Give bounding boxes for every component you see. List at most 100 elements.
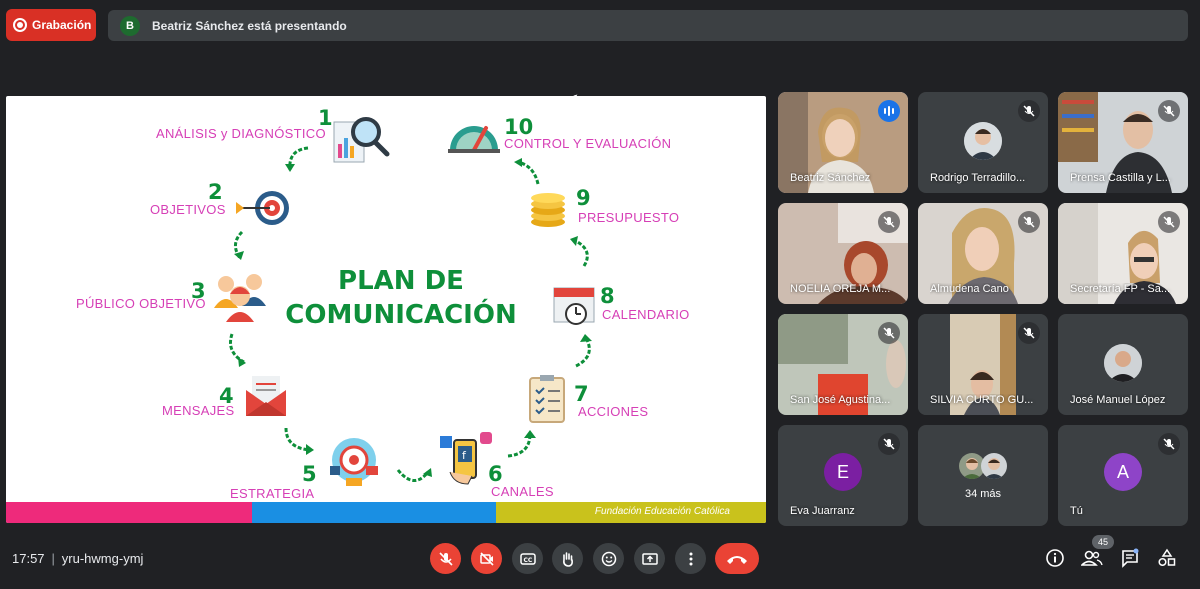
camera-toggle-button[interactable] [471, 543, 502, 574]
participant-tile[interactable]: Prensa Castilla y L... [1058, 92, 1188, 193]
more-participants-label: 34 más [964, 488, 1002, 500]
participant-name: Almudena Cano [930, 283, 1009, 295]
participant-name: José Manuel López [1070, 394, 1166, 406]
self-name: Tú [1070, 505, 1083, 517]
participant-name: Secretaría FP - Sa... [1070, 283, 1171, 295]
info-icon [1046, 549, 1064, 567]
participant-tile[interactable]: José Manuel López [1058, 314, 1188, 415]
self-avatar: A [1104, 453, 1142, 491]
step-label-6: CANALES [491, 484, 554, 499]
mic-off-icon [878, 211, 900, 233]
participant-name: San José Agustina... [790, 394, 891, 406]
people-icon [1081, 550, 1103, 566]
participant-name: SILVIA CURTO GU... [930, 394, 1034, 406]
speaking-indicator-icon [878, 100, 900, 122]
strategy-icon [330, 438, 378, 486]
flow-arrow [575, 334, 592, 368]
mic-off-icon [438, 551, 453, 566]
slide-title-line2: COMUNICACIÓN [285, 300, 517, 330]
participant-avatar [1104, 344, 1142, 382]
participant-name: NOELIA OREJA M... [790, 283, 891, 295]
flow-arrow [229, 333, 246, 367]
mic-off-icon [1018, 211, 1040, 233]
flow-arrow [234, 230, 244, 260]
flow-arrow [285, 146, 309, 172]
gauge-icon [448, 126, 500, 153]
others-tile[interactable]: 34 más [918, 425, 1048, 526]
footer-stripe-pink [6, 502, 252, 523]
recording-label: Grabación [32, 18, 92, 32]
flow-arrow [514, 158, 540, 185]
hangup-icon [727, 555, 747, 564]
step-number-9: 9 [576, 186, 591, 210]
chat-button[interactable] [1118, 546, 1142, 570]
step-label-8: CALENDARIO [602, 307, 690, 322]
mic-off-icon [1018, 100, 1040, 122]
slide-title: PLAN DE COMUNICACIÓN [276, 264, 526, 332]
presentation-banner: B Beatriz Sánchez está presentando [108, 10, 1188, 41]
step-label-2: OBJETIVOS [150, 202, 226, 217]
present-screen-icon [641, 552, 658, 565]
mic-toggle-button[interactable] [430, 543, 461, 574]
magnifier-report-icon [333, 117, 390, 163]
participant-tile[interactable]: Rodrigo Terradillo... [918, 92, 1048, 193]
hand-icon [562, 551, 573, 567]
participant-tile[interactable]: Secretaría FP - Sa... [1058, 203, 1188, 304]
participant-avatar [981, 453, 1007, 479]
slide-title-line1: PLAN DE [338, 266, 464, 296]
coins-icon [531, 193, 565, 227]
participant-tile[interactable]: NOELIA OREJA M... [778, 203, 908, 304]
svg-text:CC: CC [523, 557, 532, 564]
self-tile[interactable]: A Tú [1058, 425, 1188, 526]
calendar-icon [553, 287, 595, 325]
participant-tile[interactable]: Beatriz Sánchez [778, 92, 908, 193]
envelope-icon [246, 376, 286, 416]
activities-button[interactable] [1155, 546, 1179, 570]
participant-avatar: E [824, 453, 862, 491]
meeting-details-button[interactable] [1043, 546, 1067, 570]
more-options-button[interactable] [675, 543, 706, 574]
mic-off-icon [1158, 433, 1180, 455]
participant-name: Prensa Castilla y L... [1070, 172, 1171, 184]
step-label-9: PRESUPUESTO [578, 210, 680, 225]
flow-arrow [284, 427, 314, 455]
participant-tile[interactable]: San José Agustina... [778, 314, 908, 415]
footer-stripe-blue [252, 502, 496, 523]
step-label-3: PÚBLICO OBJETIVO [76, 296, 206, 311]
present-button[interactable] [634, 543, 665, 574]
people-button[interactable] [1080, 546, 1104, 570]
participant-tile[interactable]: SILVIA CURTO GU... [918, 314, 1048, 415]
recording-indicator[interactable]: Grabación [6, 9, 96, 41]
captions-button[interactable]: CC [512, 543, 543, 574]
emoji-icon [601, 551, 616, 566]
participant-name: Eva Juarranz [790, 505, 855, 517]
reactions-button[interactable] [593, 543, 624, 574]
target-icon [236, 191, 289, 225]
step-number-2: 2 [208, 180, 223, 204]
participant-tile[interactable]: E Eva Juarranz [778, 425, 908, 526]
step-label-4: MENSAJES [162, 403, 235, 418]
step-label-1: ANÁLISIS y DIAGNÓSTICO [156, 126, 326, 141]
step-label-5: ESTRATEGIA [230, 486, 315, 501]
checklist-icon [529, 375, 565, 423]
mic-off-icon [878, 322, 900, 344]
step-number-7: 7 [574, 382, 589, 406]
presenting-text: Beatriz Sánchez está presentando [152, 18, 347, 33]
participant-avatar [964, 122, 1002, 160]
meeting-code: yru-hwmg-ymj [61, 551, 144, 566]
chat-icon [1122, 548, 1139, 568]
raise-hand-button[interactable] [552, 543, 583, 574]
more-vert-icon [689, 552, 692, 565]
participant-tile[interactable]: Almudena Cano [918, 203, 1048, 304]
step-number-8: 8 [600, 284, 615, 308]
leave-call-button[interactable] [715, 543, 759, 574]
mic-off-icon [1158, 211, 1180, 233]
social-phone-icon: f [440, 432, 492, 485]
participant-count-badge: 45 [1092, 535, 1114, 549]
participant-name: Rodrigo Terradillo... [930, 172, 1026, 184]
audience-icon [214, 274, 266, 322]
mic-off-icon [1158, 100, 1180, 122]
activities-icon [1158, 548, 1176, 567]
meet-window: Grabación B Beatriz Sánchez está present… [0, 0, 1200, 589]
record-icon [13, 18, 27, 32]
